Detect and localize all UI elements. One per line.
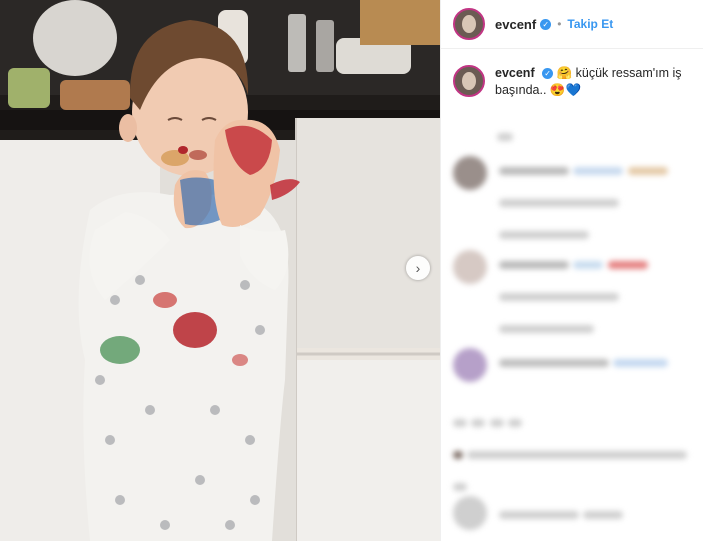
post-photo[interactable]: › [0,0,440,541]
post-side-panel: evcenf ✓ • Takip Et evcenf ✓ 🤗 küçük res… [440,0,703,541]
caption-author-avatar[interactable] [453,65,485,97]
caption-meta-blurred [497,128,513,146]
follow-button[interactable]: Takip Et [567,17,613,31]
caption-text-block: evcenf ✓ 🤗 küçük ressam'ım iş başında.. … [495,65,692,99]
child-painting-photo [0,0,440,541]
comment-item [441,410,703,496]
caption-username[interactable]: evcenf [495,66,535,80]
author-username[interactable]: evcenf [495,17,536,32]
commenter-avatar [453,156,487,190]
caption-emoji-lead: 🤗 [556,66,573,80]
comment-item [441,348,703,382]
next-photo-button[interactable]: › [406,256,430,280]
caption-emoji-tail: 😍💙 [549,83,582,97]
caption-verified-badge-icon: ✓ [542,68,554,80]
comment-item [441,156,703,244]
separator-dot: • [557,17,562,31]
verified-badge-icon: ✓ [540,18,552,30]
chevron-right-icon: › [415,260,421,276]
post-caption: evcenf ✓ 🤗 küçük ressam'ım iş başında.. … [441,49,703,99]
post-header: evcenf ✓ • Takip Et [441,0,703,49]
comment-item [441,250,703,338]
commenter-avatar [453,250,487,284]
comment-item [441,496,703,530]
author-avatar[interactable] [453,8,485,40]
commenter-avatar [453,496,487,530]
commenter-avatar [453,348,487,382]
